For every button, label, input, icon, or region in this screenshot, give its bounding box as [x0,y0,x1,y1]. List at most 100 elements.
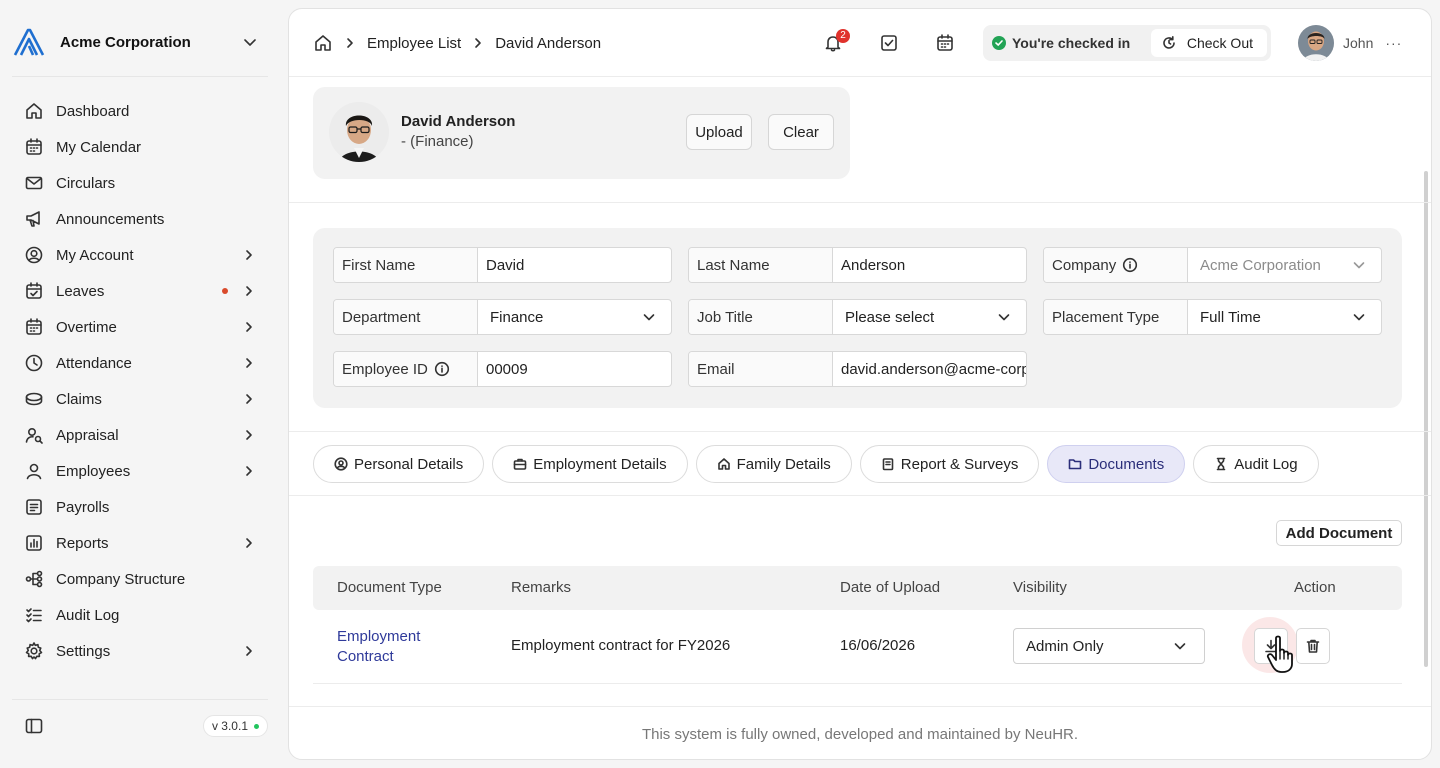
company-value: Acme Corporation [1200,256,1321,274]
section-divider [289,431,1431,432]
chevron-right-icon [246,358,252,368]
list-check-icon [26,608,42,623]
job-title-select[interactable]: Please select [833,300,1026,334]
home-icon [717,458,730,470]
job-title-value: Please select [845,308,935,326]
company-field: Company Acme Corporation [1043,247,1382,283]
sidebar-item-label: Audit Log [56,606,120,624]
sidebar-item-attendance[interactable]: Attendance [0,345,280,381]
department-select[interactable]: Finance [478,300,671,334]
column-header: Visibility [1013,579,1067,596]
org-name: Acme Corporation [60,33,191,51]
document-remarks: Employment contract for FY2026 [511,637,731,654]
tab-label: Family Details [736,455,831,473]
check-out-button[interactable]: Check Out [1150,29,1267,57]
chevron-down-icon [1174,643,1186,650]
sidebar-item-overtime[interactable]: Overtime [0,309,280,345]
sidebar-item-reports[interactable]: Reports [0,525,280,561]
sidebar-item-appraisal[interactable]: Appraisal [0,417,280,453]
chevron-down-icon [1353,262,1365,269]
chevron-right-icon [246,286,252,296]
info-icon[interactable] [1122,257,1138,273]
document-type-link[interactable]: Employment Contract [337,627,447,667]
document-date: 16/06/2026 [840,637,916,654]
sidebar-item-claims[interactable]: Claims [0,381,280,417]
company-label: Company [1052,256,1117,274]
home-icon[interactable] [313,33,333,53]
column-header: Action [1294,579,1336,596]
tab-employment-details[interactable]: Employment Details [492,445,688,483]
calendar-icon[interactable] [935,33,955,53]
checkin-status-text: You're checked in [1012,35,1131,51]
task-check-icon[interactable] [879,33,899,53]
sidebar-toggle-icon[interactable] [24,716,44,736]
tab-documents[interactable]: Documents [1047,445,1186,483]
placement-type-select[interactable]: Full Time [1188,300,1381,334]
profile-photo [329,102,389,162]
calendar-clock-icon [26,318,42,335]
megaphone-icon [26,211,40,227]
add-document-button[interactable]: Add Document [1276,520,1402,546]
upload-button[interactable]: Upload [686,114,752,150]
user-menu[interactable]: John ··· [1298,25,1402,61]
sidebar-item-employees[interactable]: Employees [0,453,280,489]
chevron-right-icon [475,38,482,48]
tab-personal-details[interactable]: Personal Details [313,445,485,483]
delete-button[interactable] [1296,628,1330,664]
email-input[interactable]: david.anderson@acme-corp.com [833,352,1026,386]
checkin-status: You're checked in Check Out [983,25,1271,61]
profile-tabs: Personal Details Employment Details Fami… [313,445,1327,483]
sidebar-item-label: My Account [56,246,134,264]
sidebar: Acme Corporation Dashboard My Calendar C… [0,0,280,768]
section-divider [289,495,1431,496]
user-search-icon [25,427,43,444]
sidebar-item-payrolls[interactable]: Payrolls [0,489,280,525]
page-footer: This system is fully owned, developed an… [289,706,1431,759]
calendar-icon [26,138,42,155]
tab-audit-log[interactable]: Audit Log [1193,445,1319,483]
sidebar-item-company-structure[interactable]: Company Structure [0,561,280,597]
last-name-input[interactable]: Anderson [833,248,1026,282]
sidebar-item-announcements[interactable]: Announcements [0,201,280,237]
breadcrumb-current: David Anderson [495,34,602,52]
topbar: Employee List David Anderson 2 You're ch… [289,9,1431,77]
breadcrumb: Employee List David Anderson [313,31,601,55]
more-icon[interactable]: ··· [1385,35,1402,51]
sidebar-item-label: Circulars [56,174,116,192]
gear-icon [25,642,43,660]
sidebar-item-my-account[interactable]: My Account [0,237,280,273]
clear-button[interactable]: Clear [768,114,834,150]
user-circle-icon [334,457,348,471]
placement-type-value: Full Time [1200,308,1261,326]
breadcrumb-employee-list[interactable]: Employee List [367,35,461,52]
visibility-select[interactable]: Admin Only [1013,628,1205,664]
sidebar-item-audit-log[interactable]: Audit Log [0,597,280,633]
info-icon[interactable] [434,361,450,377]
main-panel: Employee List David Anderson 2 You're ch… [288,8,1432,760]
sidebar-item-leaves[interactable]: Leaves [0,273,280,309]
tab-label: Personal Details [354,455,464,473]
sidebar-item-circulars[interactable]: Circulars [0,165,280,201]
last-name-label: Last Name [689,248,833,282]
department-value: Finance [490,308,544,326]
sidebar-item-dashboard[interactable]: Dashboard [0,93,280,129]
tab-label: Employment Details [533,455,667,473]
scrollbar[interactable] [1424,171,1428,667]
sidebar-item-settings[interactable]: Settings [0,633,280,669]
check-circle-icon [992,36,1006,50]
refresh-clock-icon [1163,36,1175,49]
employee-id-label-wrap: Employee ID [334,352,478,386]
tab-report-surveys[interactable]: Report & Surveys [859,445,1040,483]
hourglass-icon [1216,457,1226,471]
placement-type-label: Placement Type [1044,300,1188,334]
acme-logo-icon [13,28,45,56]
tab-family-details[interactable]: Family Details [695,445,852,483]
department-label: Department [334,300,478,334]
chevron-right-icon [246,430,252,440]
documents-table: Document Type Remarks Date of Upload Vis… [313,566,1402,684]
org-switcher[interactable]: Acme Corporation [12,24,268,60]
employee-id-input[interactable]: 00009 [478,352,671,386]
sidebar-item-my-calendar[interactable]: My Calendar [0,129,280,165]
first-name-input[interactable]: David [478,248,671,282]
chevron-down-icon [998,314,1010,321]
